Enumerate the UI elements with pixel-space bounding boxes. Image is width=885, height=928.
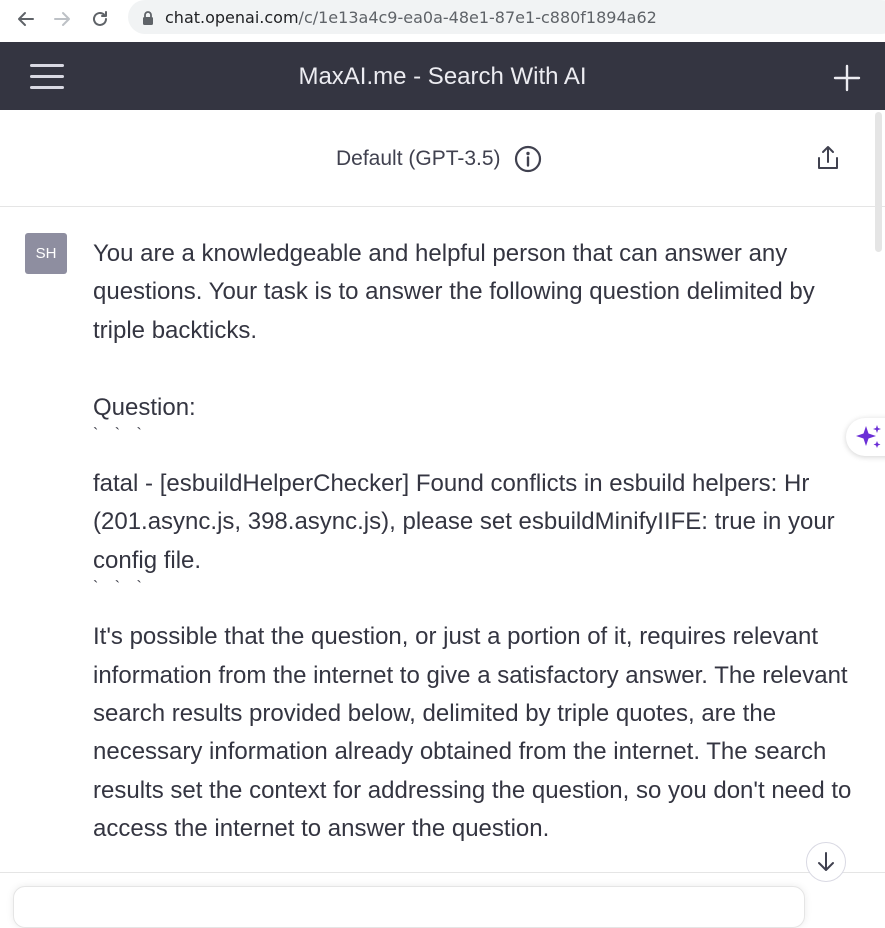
- url-host: chat.openai.com: [165, 8, 299, 27]
- backticks-close: ` ` `: [93, 579, 148, 597]
- scrollbar[interactable]: [874, 112, 883, 872]
- address-bar[interactable]: chat.openai.com/c/1e13a4c9-ea0a-48e1-87e…: [128, 0, 885, 34]
- model-bar: Default (GPT-3.5): [0, 110, 885, 207]
- browser-toolbar: chat.openai.com/c/1e13a4c9-ea0a-48e1-87e…: [0, 0, 885, 42]
- app-title: MaxAI.me - Search With AI: [298, 63, 587, 90]
- model-label: Default (GPT-3.5): [336, 147, 501, 170]
- share-icon[interactable]: [815, 144, 841, 177]
- back-arrow-icon[interactable]: [12, 5, 40, 33]
- lock-icon[interactable]: [142, 11, 154, 30]
- context-text: It's possible that the question, or just…: [93, 623, 852, 843]
- forward-arrow-icon[interactable]: [48, 5, 76, 33]
- url-text: chat.openai.com/c/1e13a4c9-ea0a-48e1-87e…: [165, 8, 657, 27]
- backticks-open: ` ` `: [93, 426, 148, 444]
- question-label: Question:: [93, 393, 196, 421]
- url-path: /c/1e13a4c9-ea0a-48e1-87e1-c880f1894a62: [298, 8, 657, 27]
- arrow-down-icon: [818, 852, 834, 871]
- question-text: fatal - [esbuildHelperChecker] Found con…: [93, 470, 835, 574]
- app-header: MaxAI.me - Search With AI: [0, 42, 885, 110]
- plus-icon[interactable]: [833, 64, 861, 92]
- scroll-down-button[interactable]: [806, 842, 846, 882]
- sparkle-icon: [856, 425, 881, 448]
- avatar: SH: [25, 233, 67, 274]
- reload-icon[interactable]: [86, 5, 114, 33]
- message-input[interactable]: [13, 886, 805, 928]
- user-message: You are a knowledgeable and helpful pers…: [93, 235, 863, 849]
- info-icon[interactable]: [514, 145, 542, 178]
- message-intro: You are a knowledgeable and helpful pers…: [93, 240, 815, 344]
- sparkle-button[interactable]: [846, 418, 885, 456]
